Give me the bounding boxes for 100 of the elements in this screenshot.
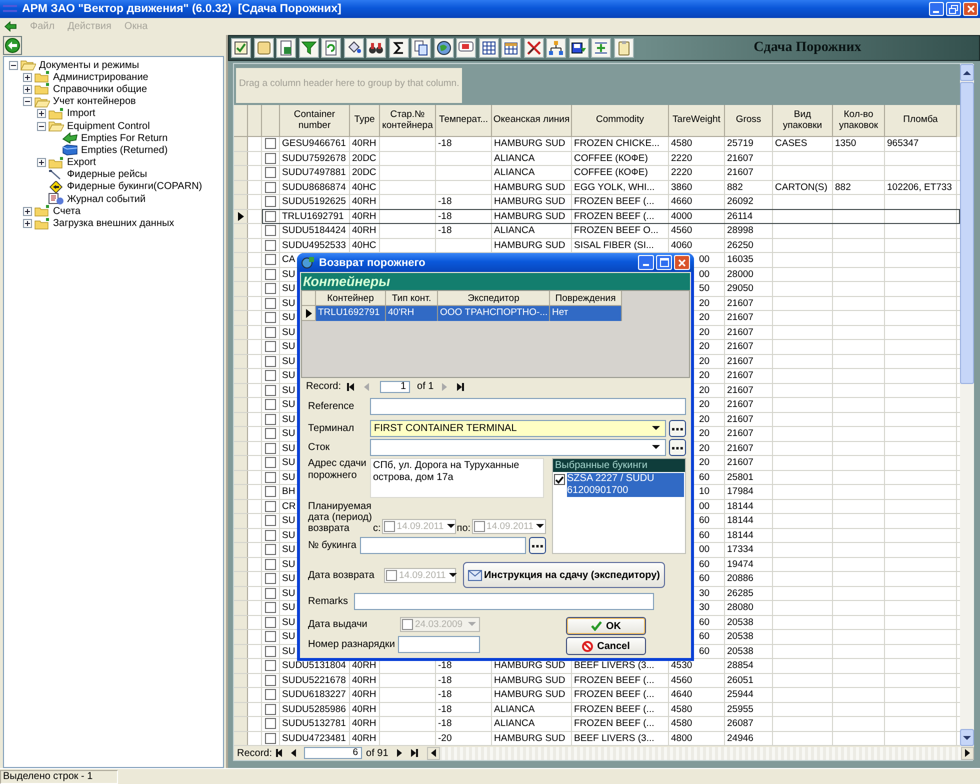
horizontal-scrollbar[interactable] <box>427 746 974 760</box>
address-field[interactable]: СПб, ул. Дорога на Туруханные острова, дом 17а <box>370 458 544 498</box>
record-field[interactable]: 1 <box>380 380 410 392</box>
row-checkbox[interactable] <box>265 573 276 584</box>
toolbar-button[interactable] <box>366 38 386 58</box>
close-button[interactable] <box>963 2 978 16</box>
row-checkbox[interactable] <box>265 428 276 440</box>
expand-toggle[interactable] <box>23 97 32 106</box>
row-checkbox[interactable] <box>265 689 276 700</box>
browse-button[interactable] <box>669 420 686 437</box>
row-checkbox[interactable] <box>265 472 276 483</box>
expand-toggle[interactable] <box>37 122 46 131</box>
close-button[interactable] <box>674 255 690 270</box>
row-checkbox[interactable] <box>265 399 276 410</box>
row-checkbox[interactable] <box>265 384 276 396</box>
row-checkbox[interactable] <box>265 196 276 208</box>
toolbar-button[interactable] <box>501 38 521 58</box>
toolbar-button[interactable] <box>591 38 611 58</box>
row-header[interactable] <box>234 210 248 223</box>
date-checkbox[interactable] <box>474 521 485 532</box>
row-checkbox[interactable] <box>265 326 276 338</box>
browse-button[interactable] <box>669 439 686 456</box>
cancel-button[interactable]: Cancel <box>566 637 646 655</box>
row-header[interactable] <box>302 306 316 321</box>
row-checkbox[interactable] <box>265 210 276 222</box>
row-checkbox[interactable] <box>265 254 276 266</box>
row-checkbox[interactable] <box>265 457 276 468</box>
record-field[interactable]: 6 <box>304 747 362 759</box>
reference-field[interactable] <box>370 398 686 415</box>
row-checkbox[interactable] <box>265 616 276 628</box>
order-number-field[interactable] <box>398 636 480 653</box>
date-checkbox[interactable] <box>386 570 397 580</box>
toolbar-button[interactable] <box>298 38 318 58</box>
row-checkbox[interactable] <box>265 558 276 570</box>
row-checkbox[interactable] <box>265 602 276 614</box>
toolbar-button[interactable] <box>434 38 454 58</box>
toolbar-button[interactable] <box>231 38 251 58</box>
toolbar-button[interactable] <box>478 38 498 58</box>
tree-item[interactable]: Учет контейнеров <box>53 96 136 108</box>
tree-item[interactable]: Журнал событий <box>67 194 146 205</box>
vertical-scrollbar[interactable] <box>960 64 974 746</box>
row-checkbox[interactable] <box>265 283 276 294</box>
row-checkbox[interactable] <box>265 718 276 730</box>
toolbar-button[interactable] <box>254 38 274 58</box>
row-checkbox[interactable] <box>265 225 276 236</box>
row-checkbox[interactable] <box>265 646 276 657</box>
instruction-button[interactable]: Инструкция на сдачу (экспедитору) <box>463 562 665 588</box>
expand-toggle[interactable] <box>23 219 32 228</box>
toolbar-button[interactable] <box>568 38 588 58</box>
row-checkbox[interactable] <box>265 341 276 352</box>
restore-button[interactable] <box>946 2 961 16</box>
tree-item[interactable]: Import <box>67 108 96 120</box>
tree-item[interactable]: Export <box>67 157 96 168</box>
browse-button[interactable] <box>529 537 546 554</box>
row-checkbox[interactable] <box>265 500 276 512</box>
maximize-button[interactable] <box>656 255 672 270</box>
row-checkbox[interactable] <box>265 356 276 367</box>
row-checkbox[interactable] <box>265 530 276 541</box>
bookings-list[interactable]: Выбранные букинги SZSA 2227 / SUDU 61200901700 <box>552 458 686 554</box>
row-checkbox[interactable] <box>265 298 276 309</box>
ok-button[interactable]: OK <box>566 617 646 635</box>
row-checkbox[interactable] <box>265 660 276 672</box>
row-checkbox[interactable] <box>265 414 276 425</box>
toolbar-button[interactable] <box>388 38 408 58</box>
expand-toggle[interactable] <box>9 60 18 70</box>
row-checkbox[interactable] <box>265 515 276 526</box>
tree-item[interactable]: Фидерные рейсы <box>67 169 148 180</box>
row-checkbox[interactable] <box>265 732 276 744</box>
minimize-button[interactable] <box>638 255 654 270</box>
expand-toggle[interactable] <box>37 109 46 118</box>
row-checkbox[interactable] <box>265 704 276 715</box>
toolbar-button[interactable] <box>546 38 566 58</box>
row-checkbox[interactable] <box>265 312 276 324</box>
tree-item[interactable]: Фидерные букинги(COPARN) <box>67 181 202 192</box>
column-header[interactable]: Контейнер <box>316 291 386 306</box>
expand-toggle[interactable] <box>23 72 32 82</box>
tree-item[interactable]: Загрузка внешних данных <box>53 218 174 230</box>
item-checkbox[interactable] <box>554 474 565 485</box>
back-button[interactable] <box>3 36 22 55</box>
row-checkbox[interactable] <box>265 588 276 599</box>
row-checkbox[interactable] <box>265 674 276 686</box>
toolbar-button[interactable] <box>524 38 544 58</box>
remarks-field[interactable] <box>354 593 654 610</box>
tree-item[interactable]: Empties (Returned) <box>81 144 168 156</box>
row-checkbox[interactable] <box>265 631 276 642</box>
tree-item[interactable]: Equipment Control <box>67 120 150 132</box>
row-checkbox[interactable] <box>265 268 276 280</box>
column-header[interactable]: Тип конт. <box>386 291 438 306</box>
row-checkbox[interactable] <box>265 152 276 164</box>
tree-item[interactable]: Справочники общие <box>53 84 148 95</box>
row-checkbox[interactable] <box>265 486 276 498</box>
expand-toggle[interactable] <box>23 84 32 94</box>
expand-toggle[interactable] <box>37 158 46 168</box>
tree-item[interactable]: Empties For Return <box>81 132 168 144</box>
row-checkbox[interactable] <box>265 544 276 556</box>
column-header[interactable]: Повреждения <box>550 291 622 306</box>
row-checkbox[interactable] <box>265 370 276 382</box>
booking-number-field[interactable] <box>360 537 526 554</box>
column-header[interactable]: Экспедитор <box>438 291 550 306</box>
minimize-button[interactable] <box>929 2 944 16</box>
